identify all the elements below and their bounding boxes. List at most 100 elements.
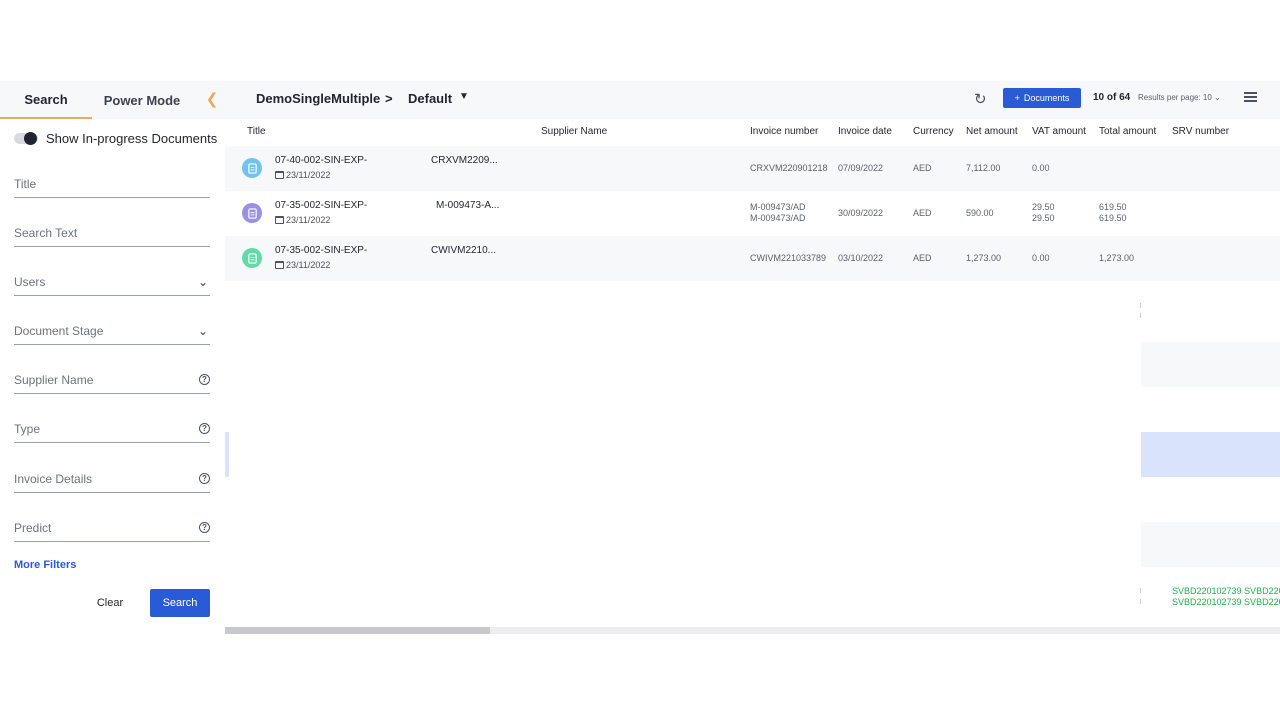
filter-tabs: Search Power Mode ❮ (0, 81, 225, 119)
type-placeholder: Type (14, 421, 41, 436)
header-invoice-date[interactable]: Invoice date (838, 126, 892, 137)
breadcrumb-project[interactable]: DemoSingleMultiple (256, 91, 380, 106)
refresh-icon[interactable]: ↻ (974, 90, 987, 108)
invoice-details-placeholder: Invoice Details (14, 471, 93, 486)
search-button[interactable]: Search (150, 589, 210, 617)
row-date-value: 23/11/2022 (286, 215, 331, 225)
clear-button[interactable]: Clear (87, 590, 133, 616)
supplier-name-placeholder: Supplier Name (14, 372, 94, 387)
documents-main: DemoSingleMultiple > Default ▼ ↻ + Docum… (225, 81, 1280, 636)
srv-number-line: SVBD220102739 SVBD220 (1172, 597, 1280, 607)
cell-vat-amount: 0.00 (1032, 163, 1050, 173)
cell-vat-amount: 0.00 (1032, 253, 1050, 263)
cell-invoice-number-2: M-009473/AD (750, 213, 806, 223)
more-filters-link[interactable]: More Filters (14, 559, 76, 571)
column-divider (1140, 599, 1141, 604)
search-text-field[interactable]: Search Text (14, 221, 210, 247)
pager-count: 10 of 64 (1093, 92, 1131, 103)
cell-net-amount: 7,112.00 (966, 163, 1001, 173)
document-stage-select[interactable]: Document Stage ⌄ (14, 319, 210, 345)
row-date: 23/11/2022 (275, 215, 330, 225)
cell-net-amount: 590.00 (966, 208, 994, 218)
column-divider (1140, 313, 1141, 318)
chevron-down-icon[interactable]: ⌄ (196, 275, 210, 289)
plus-icon: + (1014, 93, 1020, 103)
add-documents-label: Documents (1023, 93, 1070, 103)
horizontal-scrollbar[interactable] (225, 627, 1280, 634)
title-field-placeholder: Title (14, 176, 37, 191)
document-icon (242, 158, 262, 178)
cell-vat-amount: 29.50 (1032, 202, 1055, 212)
search-text-placeholder: Search Text (14, 225, 78, 240)
header-vat-amount[interactable]: VAT amount (1032, 126, 1086, 137)
row-title[interactable]: 07-35-002-SIN-EXP- (275, 245, 367, 256)
filter-panel: Search Power Mode ❮ Show In-progress Doc… (0, 81, 225, 636)
chevron-down-icon[interactable]: ▼ (459, 91, 469, 102)
calendar-icon (275, 261, 284, 269)
cell-total-amount: 1,273.00 (1099, 253, 1135, 263)
row-title[interactable]: 07-35-002-SIN-EXP- (275, 200, 367, 211)
help-icon[interactable]: ? (199, 423, 210, 434)
in-progress-toggle[interactable] (14, 132, 38, 145)
cell-invoice-number: M-009473/AD (750, 202, 806, 212)
title-field[interactable]: Title (14, 172, 210, 198)
in-progress-toggle-label: Show In-progress Documents (46, 131, 218, 146)
users-placeholder: Users (14, 274, 46, 289)
row-title[interactable]: 07-40-002-SIN-EXP- (275, 155, 367, 166)
supplier-name-field[interactable]: Supplier Name ? (14, 368, 210, 394)
row-date: 23/11/2022 (275, 260, 330, 270)
header-invoice-number[interactable]: Invoice number (750, 126, 818, 137)
help-icon[interactable]: ? (199, 374, 210, 385)
tab-search[interactable]: Search (0, 81, 92, 119)
breadcrumb-separator: > (385, 91, 393, 106)
selected-row-edge (225, 432, 229, 477)
row-subtitle: CWIVM2210... (431, 245, 497, 256)
in-progress-toggle-row: Show In-progress Documents (14, 131, 217, 146)
cell-invoice-number: CRXVM220901218 (750, 163, 828, 173)
tab-power-mode[interactable]: Power Mode (92, 81, 192, 119)
table-row[interactable]: 07-40-002-SIN-EXP- CRXVM2209... 23/11/20… (225, 146, 1280, 191)
results-per-page-label: Results per page: 10 (1138, 93, 1212, 102)
document-stage-placeholder: Document Stage (14, 323, 104, 338)
cell-currency: AED (913, 163, 932, 173)
calendar-icon (275, 216, 284, 224)
help-icon[interactable]: ? (199, 522, 210, 533)
cell-total-amount: 619.50 (1099, 202, 1127, 212)
row-date: 23/11/2022 (275, 170, 330, 180)
document-icon (242, 203, 262, 223)
calendar-icon (275, 171, 284, 179)
header-srv-number[interactable]: SRV number (1172, 126, 1229, 137)
table-row[interactable]: 07-35-002-SIN-EXP- CWIVM2210... 23/11/20… (225, 236, 1280, 281)
header-currency[interactable]: Currency (913, 126, 954, 137)
predict-placeholder: Predict (14, 520, 52, 535)
help-icon[interactable]: ? (199, 473, 210, 484)
cell-invoice-date: 07/09/2022 (838, 163, 884, 173)
srv-number-line: SVBD220102739 SVBD220 (1172, 586, 1280, 596)
results-per-page-select[interactable]: Results per page: 10 ⌄ (1138, 93, 1221, 102)
chevron-down-icon[interactable]: ⌄ (196, 324, 210, 338)
breadcrumb-view[interactable]: Default (408, 91, 452, 106)
row-date-value: 23/11/2022 (286, 170, 331, 180)
users-select[interactable]: Users ⌄ (14, 270, 210, 296)
header-supplier-name[interactable]: Supplier Name (541, 126, 607, 137)
type-field[interactable]: Type ? (14, 417, 210, 443)
table-header: Title Supplier Name Invoice number Invoi… (225, 119, 1280, 145)
add-documents-button[interactable]: + Documents (1003, 88, 1081, 108)
column-divider (1140, 303, 1141, 308)
header-title[interactable]: Title (247, 126, 266, 137)
row-date-value: 23/11/2022 (286, 260, 331, 270)
cell-total-amount-2: 619.50 (1099, 213, 1127, 223)
table-row[interactable]: 07-35-002-SIN-EXP- M-009473-A... 23/11/2… (225, 191, 1280, 236)
predict-field[interactable]: Predict ? (14, 516, 210, 542)
cell-invoice-number: CWIVM221033789 (750, 253, 827, 263)
table-row-fragment (1141, 522, 1280, 567)
row-subtitle: M-009473-A... (436, 200, 500, 211)
header-net-amount[interactable]: Net amount (966, 126, 1018, 137)
list-view-icon[interactable] (1244, 92, 1257, 102)
scrollbar-thumb[interactable] (225, 627, 490, 634)
chevron-left-icon[interactable]: ❮ (204, 89, 220, 109)
header-total-amount[interactable]: Total amount (1099, 126, 1156, 137)
invoice-details-field[interactable]: Invoice Details ? (14, 467, 210, 493)
cell-invoice-date: 03/10/2022 (838, 253, 884, 263)
document-icon (242, 248, 262, 268)
